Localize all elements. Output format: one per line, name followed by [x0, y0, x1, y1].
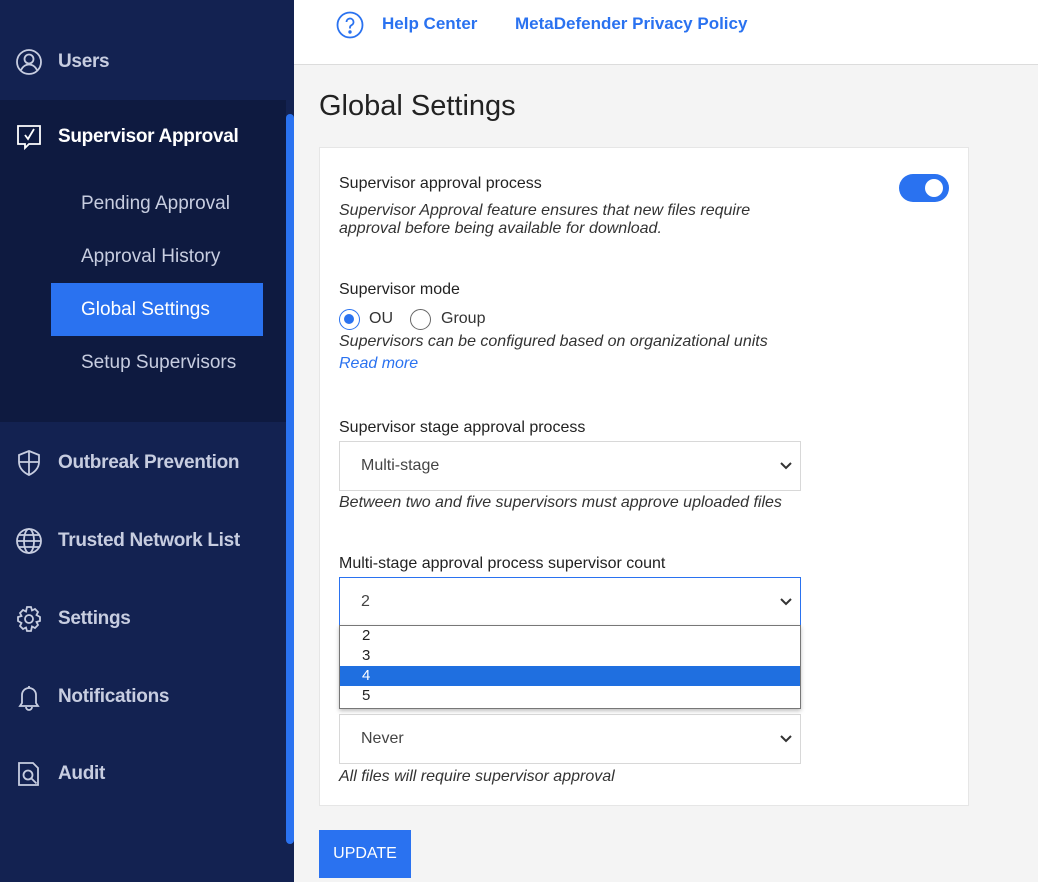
radio-group-label: Group	[441, 310, 486, 327]
dropdown-option[interactable]: 2	[340, 626, 800, 646]
nav-item-label: Supervisor Approval	[58, 126, 239, 147]
nav-item-supervisor-approval[interactable]: Supervisor Approval	[0, 107, 286, 167]
user-circle-icon	[16, 49, 42, 75]
select-value: Multi-stage	[361, 457, 440, 474]
dropdown-option-highlighted[interactable]: 4	[340, 666, 800, 686]
supervisor-count-label: Multi-stage approval process supervisor …	[339, 555, 666, 572]
gear-icon	[17, 606, 41, 632]
read-more-link[interactable]: Read more	[339, 355, 418, 373]
nav-item-notifications[interactable]: Notifications	[0, 667, 286, 727]
sidebar: Users Supervisor Approval Pending Approv…	[0, 0, 294, 882]
supervisor-count-select[interactable]: 2	[339, 577, 801, 627]
nav-item-users[interactable]: Users	[0, 32, 286, 92]
toggle-knob	[925, 179, 943, 197]
approval-process-description: Supervisor Approval feature ensures that…	[339, 202, 751, 237]
nav-item-label: Notifications	[58, 686, 170, 707]
radio-ou[interactable]	[339, 309, 360, 330]
nav-item-audit[interactable]: Audit	[0, 744, 286, 804]
top-bar: Help Center MetaDefender Privacy Policy	[294, 0, 1038, 65]
help-center-link[interactable]: Help Center	[382, 14, 477, 34]
approval-process-label: Supervisor approval process	[339, 175, 542, 192]
select-value: Never	[361, 730, 404, 747]
expiry-select[interactable]: Never	[339, 714, 801, 764]
privacy-policy-link[interactable]: MetaDefender Privacy Policy	[515, 14, 747, 34]
nav-item-label: Outbreak Prevention	[58, 452, 240, 473]
supervisor-mode-label: Supervisor mode	[339, 281, 460, 298]
supervisor-mode-description: Supervisors can be configured based on o…	[339, 333, 768, 350]
approval-process-toggle[interactable]	[899, 174, 949, 202]
expiry-description: All files will require supervisor approv…	[339, 768, 615, 785]
nav-item-trusted-network-list[interactable]: Trusted Network List	[0, 511, 286, 571]
sub-item-approval-history[interactable]: Approval History	[51, 230, 263, 283]
chevron-down-icon	[780, 462, 792, 470]
radio-ou-label: OU	[369, 310, 393, 327]
bell-icon	[18, 686, 40, 711]
stage-process-label: Supervisor stage approval process	[339, 419, 586, 436]
approval-check-icon	[17, 125, 41, 151]
update-button[interactable]: UPDATE	[319, 830, 411, 878]
dropdown-option[interactable]: 3	[340, 646, 800, 666]
nav-item-label: Trusted Network List	[58, 530, 240, 551]
radio-group[interactable]	[410, 309, 431, 330]
nav-item-label: Settings	[58, 608, 131, 629]
nav-item-label: Audit	[58, 763, 106, 784]
chevron-down-icon	[780, 598, 792, 606]
sidebar-scrollbar[interactable]	[286, 114, 294, 844]
nav-item-outbreak-prevention[interactable]: Outbreak Prevention	[0, 433, 286, 493]
stage-process-description: Between two and five supervisors must ap…	[339, 494, 782, 511]
shield-icon	[18, 450, 40, 476]
audit-document-icon	[18, 762, 39, 786]
sub-item-pending-approval[interactable]: Pending Approval	[51, 177, 263, 230]
dropdown-option[interactable]: 5	[340, 686, 800, 706]
help-circle-icon[interactable]	[336, 11, 364, 39]
nav-item-settings[interactable]: Settings	[0, 589, 286, 649]
sub-item-setup-supervisors[interactable]: Setup Supervisors	[51, 336, 263, 389]
chevron-down-icon	[780, 735, 792, 743]
select-value: 2	[361, 593, 370, 610]
nav-item-label: Users	[58, 51, 110, 72]
stage-process-select[interactable]: Multi-stage	[339, 441, 801, 491]
sub-item-global-settings[interactable]: Global Settings	[51, 283, 263, 336]
page-title: Global Settings	[319, 90, 516, 122]
globe-icon	[16, 528, 42, 554]
supervisor-count-dropdown: 2 3 4 5	[339, 625, 801, 709]
